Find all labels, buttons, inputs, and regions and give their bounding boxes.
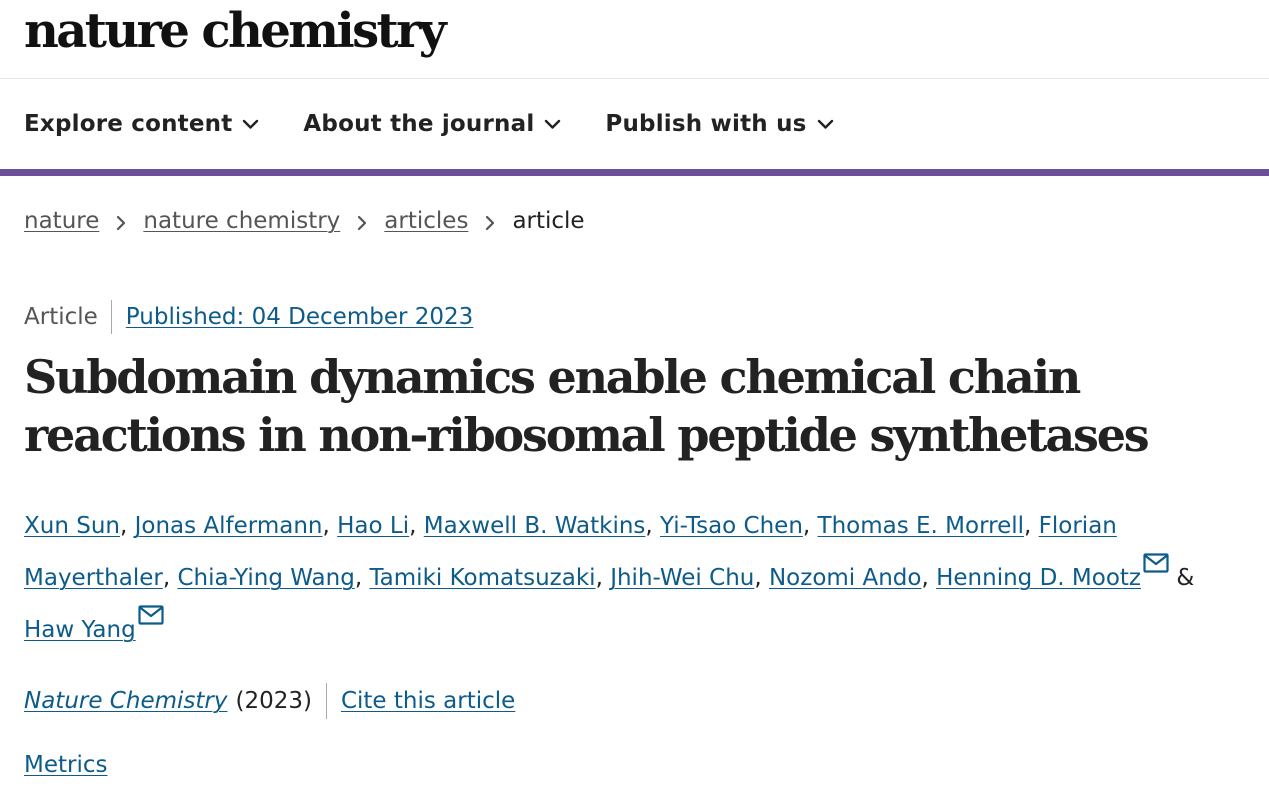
author-link[interactable]: Hao Li xyxy=(337,513,409,539)
article-meta: Article Published: 04 December 2023 xyxy=(24,300,473,334)
author-separator: , xyxy=(595,565,603,591)
author-item: Henning D. Mootz & xyxy=(936,553,1195,591)
chevron-down-icon xyxy=(817,116,834,133)
author-separator: , xyxy=(322,513,330,539)
author-item: Jonas Alfermann, xyxy=(135,513,330,539)
journal-name-link[interactable]: Nature Chemistry xyxy=(24,688,227,714)
author-separator: , xyxy=(354,565,363,591)
author-link[interactable]: Henning D. Mootz xyxy=(936,565,1141,591)
author-item: Tamiki Komatsuzaki, xyxy=(369,565,602,591)
chevron-right-icon xyxy=(355,212,369,231)
author-item: Jhih-Wei Chu, xyxy=(610,565,761,591)
author-link[interactable]: Tamiki Komatsuzaki xyxy=(369,565,595,591)
author-link[interactable]: Chia-Ying Wang xyxy=(177,565,354,591)
author-separator: , xyxy=(409,513,417,539)
cite-article-link[interactable]: Cite this article xyxy=(341,688,515,714)
author-link[interactable]: Xun Sun xyxy=(24,513,120,539)
author-link[interactable]: Haw Yang xyxy=(24,617,136,643)
author-link[interactable]: Nozomi Ando xyxy=(769,565,922,591)
author-item: Thomas E. Morrell, xyxy=(818,513,1032,539)
nav-about-journal[interactable]: About the journal xyxy=(303,111,561,137)
author-separator: , xyxy=(802,513,811,539)
mail-icon[interactable] xyxy=(1143,553,1169,573)
metrics-link[interactable]: Metrics xyxy=(24,752,108,778)
author-link[interactable]: Jhih-Wei Chu xyxy=(610,565,754,591)
chevron-down-icon xyxy=(544,116,561,133)
author-item: Nozomi Ando, xyxy=(769,565,929,591)
site-header: nature chemistry xyxy=(0,0,1269,79)
journal-info: Nature Chemistry (2023) Cite this articl… xyxy=(24,683,515,719)
author-separator: , xyxy=(921,565,929,591)
author-separator: , xyxy=(1024,513,1032,539)
breadcrumb-nature-chemistry[interactable]: nature chemistry xyxy=(143,208,340,234)
breadcrumb-current: article xyxy=(512,208,585,234)
nav-label: About the journal xyxy=(303,111,535,137)
author-link[interactable]: Jonas Alfermann xyxy=(135,513,323,539)
published-date-link[interactable]: Published: 04 December 2023 xyxy=(126,304,473,330)
author-separator: , xyxy=(754,565,762,591)
breadcrumb: nature nature chemistry articles article xyxy=(24,208,585,234)
article-type: Article xyxy=(24,300,112,334)
author-item: Haw Yang xyxy=(24,605,164,643)
chevron-right-icon xyxy=(483,212,497,231)
author-link[interactable]: Yi-Tsao Chen xyxy=(660,513,803,539)
author-item: Maxwell B. Watkins, xyxy=(424,513,653,539)
breadcrumb-nature[interactable]: nature xyxy=(24,208,99,234)
chevron-down-icon xyxy=(242,116,259,133)
author-separator: , xyxy=(119,513,128,539)
breadcrumb-articles[interactable]: articles xyxy=(384,208,468,234)
main-nav: Explore content About the journal Publis… xyxy=(0,79,1269,176)
publication-year: (2023) xyxy=(235,683,327,719)
author-item: Yi-Tsao Chen, xyxy=(660,513,810,539)
nav-explore-content[interactable]: Explore content xyxy=(24,111,259,137)
author-separator: , xyxy=(162,565,171,591)
article-title: Subdomain dynamics enable chemical chain… xyxy=(24,350,1150,462)
author-separator-and: & xyxy=(1176,565,1195,591)
author-link[interactable]: Thomas E. Morrell xyxy=(818,513,1025,539)
mail-icon[interactable] xyxy=(138,605,164,625)
author-list: Xun Sun, Jonas Alfermann, Hao Li, Maxwel… xyxy=(24,500,1254,656)
nav-label: Explore content xyxy=(24,111,233,137)
chevron-right-icon xyxy=(114,212,128,231)
journal-logo[interactable]: nature chemistry xyxy=(24,0,447,62)
author-item: Xun Sun, xyxy=(24,513,127,539)
author-separator: , xyxy=(645,513,653,539)
author-item: Hao Li, xyxy=(337,513,416,539)
author-link[interactable]: Maxwell B. Watkins xyxy=(424,513,646,539)
nav-publish-with-us[interactable]: Publish with us xyxy=(605,111,833,137)
nav-label: Publish with us xyxy=(605,111,807,137)
author-item: Chia-Ying Wang, xyxy=(177,565,362,591)
